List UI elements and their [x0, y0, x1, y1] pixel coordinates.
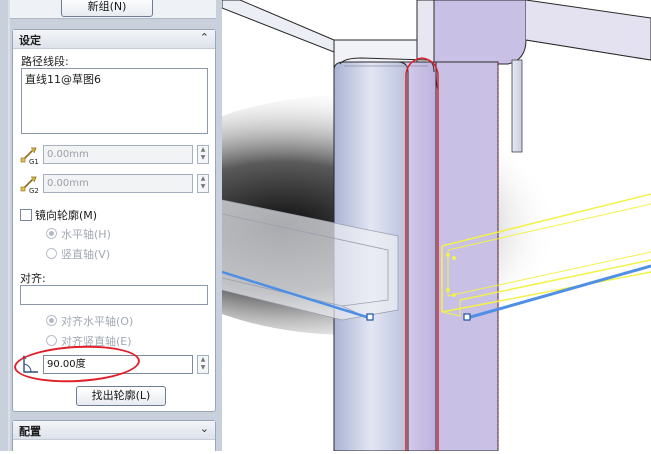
angle-spinner[interactable]: ▲ ▼ [197, 355, 209, 374]
g1-spinner[interactable]: ▲ ▼ [197, 145, 209, 164]
path-endpoint[interactable] [463, 313, 471, 321]
radio-indicator[interactable] [46, 315, 57, 326]
double-chevron-down-icon[interactable]: ⌄ [200, 422, 209, 435]
find-profile-button[interactable]: 找出轮廓(L) [76, 386, 166, 406]
g1-row: G1 0.00mm ▲ ▼ [19, 144, 211, 166]
g1-icon-label: G1 [29, 158, 39, 166]
g2-icon-label: G2 [29, 187, 39, 195]
path-segment-list[interactable]: 直线11@草图6 [21, 68, 208, 134]
mirror-profile-label: 镜向轮廓(M) [35, 209, 98, 222]
configuration-header[interactable]: 配置 ⌄ [13, 421, 215, 440]
g1-icon: G1 [20, 147, 39, 166]
mirror-profile-checkbox[interactable]: 镜向轮廓(M) [20, 207, 97, 223]
radio-indicator[interactable] [46, 248, 57, 259]
3d-viewport[interactable] [122, 0, 651, 452]
panel-border [8, 0, 10, 451]
settings-title: 设定 [19, 34, 41, 47]
checkbox-box[interactable] [20, 209, 32, 221]
align-horizontal-radio[interactable]: 对齐水平轴(O) [46, 313, 133, 329]
g2-input[interactable]: 0.00mm [43, 174, 193, 193]
3d-model-canvas[interactable] [122, 0, 651, 452]
settings-header[interactable]: 设定 ⌃ [13, 30, 215, 49]
horizontal-axis-label: 水平轴(H) [61, 228, 111, 241]
double-chevron-up-icon[interactable]: ⌃ [200, 31, 209, 44]
radio-indicator[interactable] [46, 228, 57, 239]
radio-indicator[interactable] [46, 335, 57, 346]
configuration-group: 配置 ⌄ [12, 420, 216, 451]
horizontal-axis-radio[interactable]: 水平轴(H) [46, 226, 111, 242]
path-endpoint[interactable] [366, 313, 374, 321]
align-horizontal-label: 对齐水平轴(O) [61, 315, 134, 328]
new-group-button[interactable]: 新组(N) [61, 0, 153, 17]
property-manager-panel: 新组(N) 设定 ⌃ 路径线段: 直线11@草图6 G1 0.00mm ▲▼ [0, 0, 222, 451]
g2-row: G2 0.00mm ▲ ▼ [19, 173, 211, 195]
vertical-axis-label: 竖直轴(V) [61, 248, 111, 261]
align-label: 对齐: [20, 272, 46, 285]
align-input[interactable] [20, 285, 208, 305]
list-item[interactable]: 直线11@草图6 [25, 71, 101, 87]
g2-spinner[interactable]: ▲ ▼ [197, 174, 209, 193]
configuration-title: 配置 [19, 425, 41, 438]
g2-icon: G2 [20, 176, 39, 195]
path-segment-label: 路径线段: [21, 55, 69, 68]
g1-input[interactable]: 0.00mm [43, 145, 193, 164]
vertical-axis-radio[interactable]: 竖直轴(V) [46, 246, 110, 262]
